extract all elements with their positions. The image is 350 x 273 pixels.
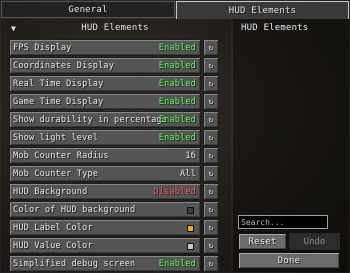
setting-label: FPS Display — [13, 43, 72, 53]
setting-row-simplified-debug-screen: Simplified debug screen Enabled ↻ — [9, 255, 221, 272]
reset-button[interactable]: Reset — [238, 233, 287, 250]
setting-label: HUD Label Color — [13, 223, 93, 233]
section-title: HUD Elements — [81, 23, 149, 33]
reset-icon[interactable]: ↻ — [203, 147, 219, 164]
done-button[interactable]: Done — [238, 252, 340, 269]
setting-row-show-durability: Show durability in percentage Enabled ↻ — [9, 111, 221, 128]
reset-icon[interactable]: ↻ — [203, 57, 219, 74]
search-input[interactable] — [241, 217, 325, 227]
setting-button[interactable]: Game Time Display Enabled — [9, 93, 201, 110]
setting-value: Enabled — [158, 133, 196, 143]
setting-row-color-of-hud-background: Color of HUD background ↻ — [9, 201, 221, 218]
undo-button[interactable]: Undo — [289, 233, 340, 250]
reset-icon[interactable]: ↻ — [203, 75, 219, 92]
setting-label: Real Time Display — [13, 79, 104, 89]
details-title: HUD Elements — [241, 23, 309, 33]
setting-button[interactable]: Show light level Enabled — [9, 129, 201, 146]
setting-row-hud-value-color: HUD Value Color ↻ — [9, 237, 221, 254]
reset-icon[interactable]: ↻ — [203, 255, 219, 272]
color-swatch — [187, 225, 194, 232]
setting-value: Enabled — [158, 115, 196, 125]
setting-label: Mob Counter Type — [13, 169, 99, 179]
setting-label: Show light level — [13, 133, 99, 143]
reset-icon[interactable]: ↻ — [203, 111, 219, 128]
setting-row-coordinates-display: Coordinates Display Enabled ↻ — [9, 57, 221, 74]
setting-label: Color of HUD background — [13, 205, 136, 215]
setting-value: Disabled — [153, 187, 196, 197]
setting-row-hud-label-color: HUD Label Color ↻ — [9, 219, 221, 236]
tab-hud-elements[interactable]: HUD Elements — [176, 1, 349, 19]
reset-icon[interactable]: ↻ — [203, 165, 219, 182]
reset-icon[interactable]: ↻ — [203, 219, 219, 236]
setting-button[interactable]: Show durability in percentage Enabled — [9, 111, 201, 128]
setting-value: Enabled — [158, 79, 196, 89]
setting-button[interactable]: HUD Value Color — [9, 237, 201, 254]
setting-label: Show durability in percentage — [13, 115, 168, 125]
reset-icon[interactable]: ↻ — [203, 237, 219, 254]
color-swatch — [187, 243, 194, 250]
setting-value: Enabled — [158, 97, 196, 107]
setting-row-fps-display: FPS Display Enabled ↻ — [9, 39, 221, 56]
setting-label: Simplified debug screen — [13, 259, 136, 269]
setting-row-real-time-display: Real Time Display Enabled ↻ — [9, 75, 221, 92]
setting-row-mob-counter-type: Mob Counter Type All ↻ — [9, 165, 221, 182]
setting-button[interactable]: Mob Counter Type All — [9, 165, 201, 182]
setting-row-hud-background: HUD Background Disabled ↻ — [9, 183, 221, 200]
setting-button[interactable]: Simplified debug screen Enabled — [9, 255, 201, 272]
reset-icon[interactable]: ↻ — [203, 129, 219, 146]
reset-icon[interactable]: ↻ — [203, 39, 219, 56]
setting-value: 16 — [185, 151, 196, 161]
setting-button[interactable]: Color of HUD background — [9, 201, 201, 218]
setting-button[interactable]: HUD Label Color — [9, 219, 201, 236]
settings-rows: FPS Display Enabled ↻ Coordinates Displa… — [9, 39, 221, 273]
tab-general[interactable]: General — [1, 1, 175, 18]
setting-row-show-light-level: Show light level Enabled ↻ — [9, 129, 221, 146]
setting-label: Mob Counter Radius — [13, 151, 109, 161]
setting-label: HUD Background — [13, 187, 88, 197]
setting-button[interactable]: HUD Background Disabled — [9, 183, 201, 200]
setting-label: Coordinates Display — [13, 61, 115, 71]
setting-label: Game Time Display — [13, 97, 104, 107]
reset-icon[interactable]: ↻ — [203, 201, 219, 218]
setting-value: Enabled — [158, 43, 196, 53]
reset-icon[interactable]: ↻ — [203, 93, 219, 110]
setting-button[interactable]: Real Time Display Enabled — [9, 75, 201, 92]
setting-value: Enabled — [158, 259, 196, 269]
reset-icon[interactable]: ↻ — [203, 183, 219, 200]
tab-general-label: General — [68, 4, 108, 15]
setting-button[interactable]: FPS Display Enabled — [9, 39, 201, 56]
setting-row-mob-counter-radius: Mob Counter Radius 16 ↻ — [9, 147, 221, 164]
section-header-hud-elements[interactable]: ▼ HUD Elements — [1, 20, 229, 36]
color-swatch — [187, 207, 194, 214]
setting-label: HUD Value Color — [13, 241, 93, 251]
search-box[interactable] — [238, 215, 328, 229]
tab-hud-elements-label: HUD Elements — [228, 5, 297, 16]
setting-row-game-time-display: Game Time Display Enabled ↻ — [9, 93, 221, 110]
setting-value: All — [180, 169, 196, 179]
setting-button[interactable]: Coordinates Display Enabled — [9, 57, 201, 74]
setting-value: Enabled — [158, 61, 196, 71]
setting-slider[interactable]: Mob Counter Radius 16 — [9, 147, 201, 164]
